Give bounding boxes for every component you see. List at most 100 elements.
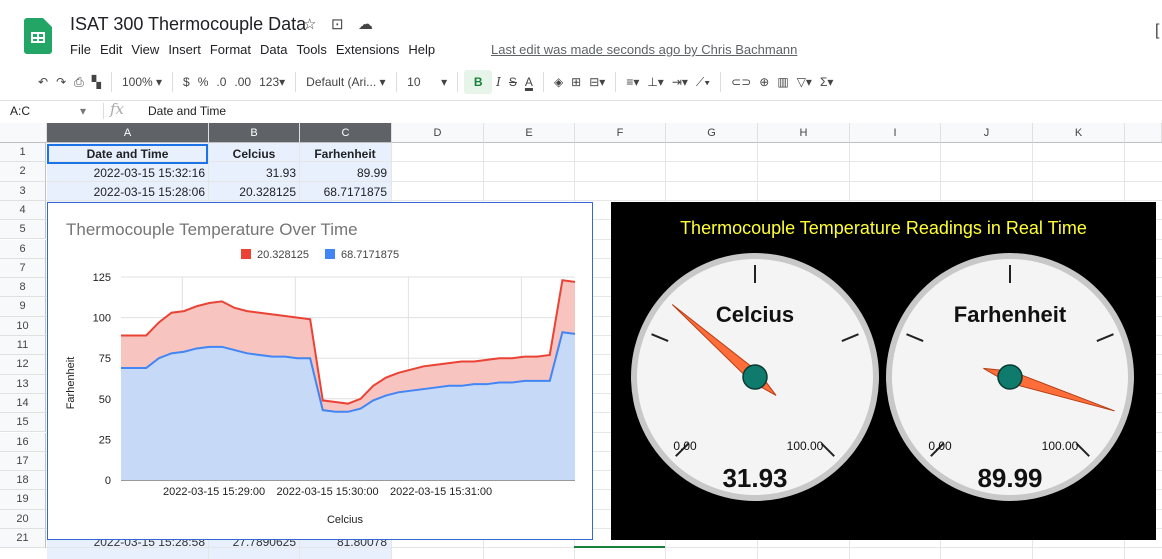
align-horizontal-icon[interactable]: ≡▾ [622, 70, 643, 94]
gauge-svg: Celcius0.00 100.0031.93Farhenheit0.00 100.… [631, 253, 1134, 501]
column-header-c[interactable]: C [300, 123, 392, 143]
cell-a3[interactable]: 2022-03-15 15:28:06 [47, 183, 208, 202]
zoom-select[interactable]: 100% ▾ [118, 70, 166, 94]
gauge-panel[interactable]: Celcius 0.00 100.00 31.93 Farhenheit 0.00 100.… [611, 202, 1156, 540]
column-header-f[interactable]: F [575, 123, 666, 143]
select-all-corner[interactable] [0, 123, 47, 143]
y-tick-label: 75 [99, 353, 111, 365]
chart-icon[interactable]: ▥ [773, 70, 792, 94]
row-header-13[interactable]: 13 [0, 374, 46, 394]
row-header-14[interactable]: 14 [0, 393, 46, 414]
area-chart[interactable]: Thermocouple Temperature Over Time 20.32… [47, 202, 593, 540]
increase-decimal-button[interactable]: .00 [230, 70, 255, 94]
column-header-j[interactable]: J [941, 123, 1033, 143]
menu-extensions[interactable]: Extensions [336, 42, 400, 57]
text-rotate-icon[interactable]: ⟋▾ [692, 70, 714, 94]
menu-edit[interactable]: Edit [100, 42, 122, 57]
cell-a1[interactable]: Date and Time [47, 144, 208, 164]
chart-title: Thermocouple Temperature Over Time [66, 220, 358, 239]
menu-insert[interactable]: Insert [168, 42, 201, 57]
row-header-20[interactable]: 20 [0, 509, 46, 529]
align-vertical-icon[interactable]: ⊥▾ [643, 70, 667, 94]
last-edit-link[interactable]: Last edit was made seconds ago by Chris … [491, 42, 797, 57]
text-color-button[interactable]: A [521, 70, 537, 94]
column-header-b[interactable]: B [209, 123, 300, 143]
cell-b2[interactable]: 31.93 [209, 164, 299, 183]
functions-icon[interactable]: Σ▾ [816, 70, 837, 94]
bold-button[interactable]: B [464, 70, 493, 94]
print-icon[interactable]: ⎙ [70, 70, 88, 94]
name-box[interactable]: A:C ▾ [10, 104, 86, 118]
formula-input[interactable]: Date and Time [148, 104, 226, 118]
cloud-status-icon: ☁ [358, 16, 373, 33]
column-header-e[interactable]: E [484, 123, 575, 143]
menu-view[interactable]: View [131, 42, 159, 57]
merge-cells-icon[interactable]: ⊟▾ [585, 70, 609, 94]
currency-button[interactable]: $ [179, 70, 194, 94]
row-header-2[interactable]: 2 [0, 162, 46, 182]
menu-help[interactable]: Help [408, 42, 435, 57]
filter-icon[interactable]: ▽▾ [793, 70, 816, 94]
redo-icon[interactable]: ↷ [52, 70, 70, 94]
decrease-decimal-button[interactable]: .0 [212, 70, 230, 94]
percent-button[interactable]: % [194, 70, 213, 94]
cell-c1[interactable]: Farhenheit [300, 145, 390, 164]
folder-move-icon[interactable]: ⊡ [331, 15, 344, 33]
paint-format-icon[interactable]: ▚ [88, 70, 105, 94]
comment-icon[interactable]: ⊕ [755, 70, 773, 94]
cell-c3[interactable]: 68.7171875 [300, 183, 390, 202]
row-header-16[interactable]: 16 [0, 432, 46, 452]
text-wrap-icon[interactable]: ⇥▾ [668, 70, 692, 94]
cell-b1[interactable]: Celcius [209, 145, 299, 164]
x-tick-label: 2022-03-15 15:30:00 [276, 486, 378, 498]
document-title[interactable]: ISAT 300 Thermocouple Data [70, 14, 306, 35]
column-header-k[interactable]: K [1033, 123, 1125, 143]
column-header-a[interactable]: A [47, 123, 209, 143]
column-header-d[interactable]: D [392, 123, 484, 143]
column-header-h[interactable]: H [758, 123, 850, 143]
row-header-15[interactable]: 15 [0, 413, 46, 433]
cell-c2[interactable]: 89.99 [300, 164, 390, 183]
row-header-9[interactable]: 9 [0, 297, 46, 317]
undo-icon[interactable]: ↶ [34, 70, 52, 94]
toolbar: ↶ ↷ ⎙ ▚ 100% ▾ $ % .0 .00 123 ▾ Default (… [0, 66, 1162, 98]
panel-edge: [ [1155, 22, 1160, 39]
more-formats-button[interactable]: 123 ▾ [255, 70, 289, 94]
column-header-i[interactable]: I [850, 123, 941, 143]
menu-bar: File Edit View Insert Format Data Tools … [70, 42, 444, 57]
fill-color-icon[interactable]: ◈ [550, 70, 567, 94]
row-header-10[interactable]: 10 [0, 316, 46, 336]
menu-data[interactable]: Data [260, 42, 287, 57]
more-formats-label: 123 [259, 75, 280, 89]
menu-file[interactable]: File [70, 42, 91, 57]
row-header-11[interactable]: 11 [0, 336, 46, 356]
font-size-select[interactable]: 10 ▾ [403, 70, 451, 94]
borders-icon[interactable]: ⊞ [567, 70, 585, 94]
column-header-overflow [1125, 123, 1162, 143]
row-header-17[interactable]: 17 [0, 451, 46, 472]
row-header-1[interactable]: 1 [0, 143, 46, 163]
strikethrough-button[interactable]: S [505, 70, 521, 94]
cell-b3[interactable]: 20.328125 [209, 183, 299, 202]
row-header-18[interactable]: 18 [0, 471, 46, 491]
row-header-7[interactable]: 7 [0, 258, 46, 279]
row-header-6[interactable]: 6 [0, 239, 46, 259]
italic-button[interactable]: I [492, 70, 505, 94]
cell-a2[interactable]: 2022-03-15 15:32:16 [47, 164, 208, 183]
menu-tools[interactable]: Tools [296, 42, 326, 57]
sheets-logo[interactable] [24, 18, 52, 54]
row-header-19[interactable]: 19 [0, 490, 46, 510]
x-tick-label: 2022-03-15 15:29:00 [163, 486, 265, 498]
row-header-21[interactable]: 21 [0, 529, 46, 549]
row-header-8[interactable]: 8 [0, 278, 46, 298]
row-header-4[interactable]: 4 [0, 200, 46, 221]
row-header-5[interactable]: 5 [0, 220, 46, 240]
menu-format[interactable]: Format [210, 42, 251, 57]
column-header-g[interactable]: G [666, 123, 758, 143]
link-icon[interactable]: ⊂⊃ [727, 70, 755, 94]
font-select[interactable]: Default (Ari... ▾ [302, 70, 390, 94]
row-header-3[interactable]: 3 [0, 181, 46, 201]
star-icon[interactable]: ☆ [303, 15, 316, 33]
row-header-12[interactable]: 12 [0, 355, 46, 375]
fx-icon: fx [110, 100, 125, 118]
